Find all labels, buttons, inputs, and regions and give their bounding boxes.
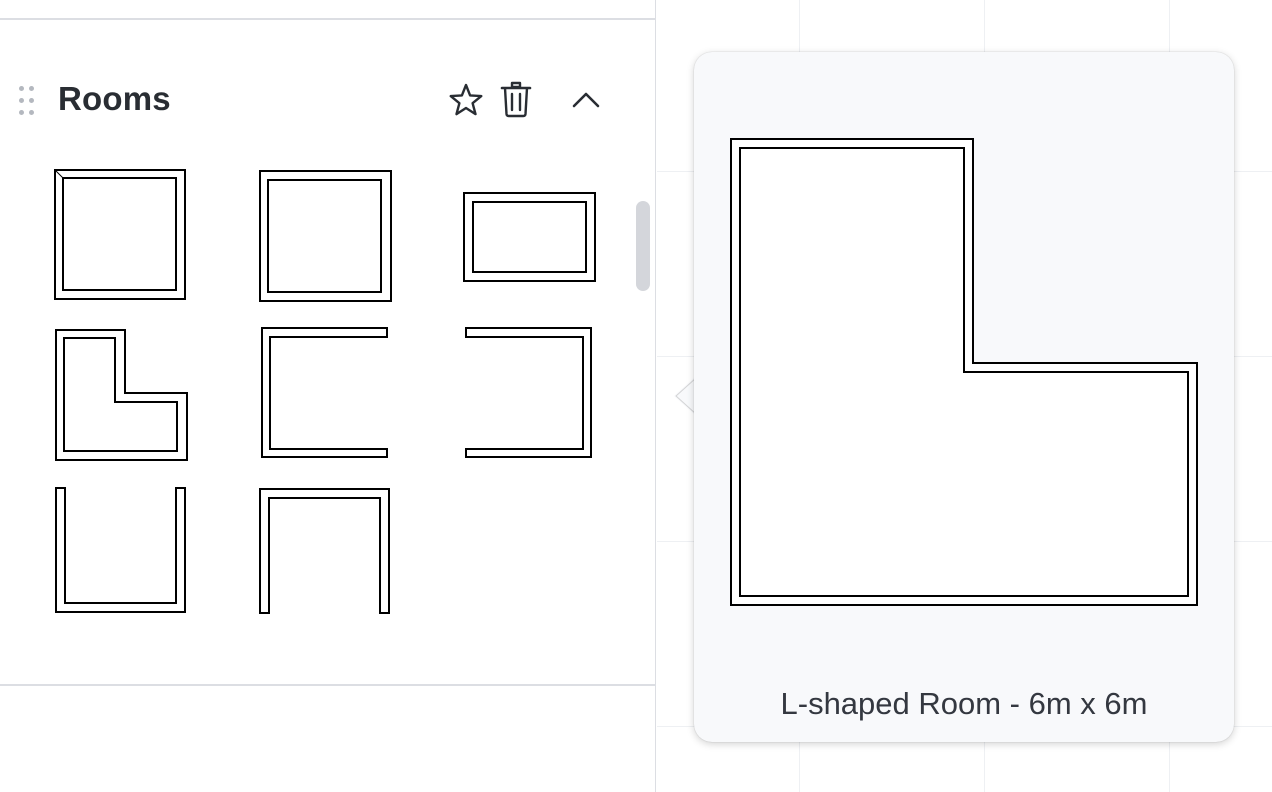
drag-handle-icon[interactable] xyxy=(19,86,37,116)
shape-u-room-open-left[interactable] xyxy=(464,326,594,460)
star-icon xyxy=(449,83,483,116)
shape-l-shaped-room[interactable] xyxy=(55,329,189,463)
shape-preview-tooltip: L-shaped Room - 6m x 6m xyxy=(694,52,1234,742)
favorite-button[interactable] xyxy=(446,80,486,120)
tooltip-caption: L-shaped Room - 6m x 6m xyxy=(780,686,1148,721)
shape-u-room-open-bottom[interactable] xyxy=(258,487,392,615)
square-room-icon xyxy=(259,170,392,302)
l-shaped-room-preview xyxy=(730,138,1200,613)
trash-icon xyxy=(500,81,532,118)
collapse-button[interactable] xyxy=(566,80,606,120)
section-divider-top xyxy=(0,18,656,20)
chevron-up-icon xyxy=(572,92,600,108)
shape-library-panel: Rooms xyxy=(0,0,656,792)
u-room-open-bottom-icon xyxy=(259,488,390,614)
scrollbar-thumb[interactable] xyxy=(636,201,650,291)
section-header[interactable]: Rooms xyxy=(0,70,656,132)
delete-button[interactable] xyxy=(496,80,536,120)
u-room-open-right-icon xyxy=(261,327,388,458)
shape-rectangular-room[interactable] xyxy=(463,192,597,284)
section-divider-bottom xyxy=(0,684,656,686)
u-room-open-top-icon xyxy=(55,487,186,613)
section-title: Rooms xyxy=(58,80,171,117)
u-room-open-left-icon xyxy=(465,327,592,458)
shape-square-room-2[interactable] xyxy=(259,170,393,303)
shape-u-room-open-top[interactable] xyxy=(54,487,188,615)
square-room-icon xyxy=(54,169,186,300)
shape-square-room[interactable] xyxy=(54,169,188,301)
shape-u-room-open-right[interactable] xyxy=(260,326,390,460)
rectangular-room-icon xyxy=(463,192,596,282)
l-shaped-room-icon xyxy=(55,329,188,461)
